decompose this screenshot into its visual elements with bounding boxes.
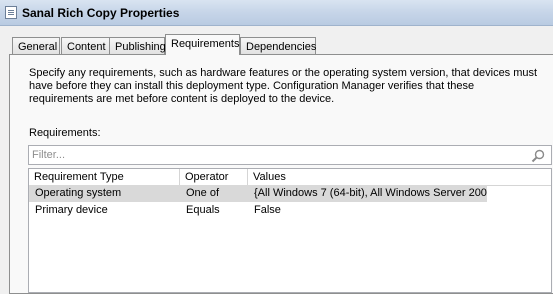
- filter-input[interactable]: [32, 148, 512, 162]
- requirement-type-cell: Operating system: [35, 187, 122, 199]
- table-row[interactable]: Primary device Equals False: [29, 202, 487, 219]
- tab-dependencies[interactable]: Dependencies: [240, 37, 316, 54]
- table-row[interactable]: Operating system One of {All Windows 7 (…: [29, 185, 487, 202]
- list-header: Requirement Type Operator Values: [29, 169, 551, 186]
- column-header-requirement-type[interactable]: Requirement Type: [29, 169, 180, 185]
- operator-cell: Equals: [186, 204, 220, 216]
- filter-box: [28, 145, 552, 165]
- window-title: Sanal Rich Copy Properties: [22, 6, 180, 20]
- title-bar[interactable]: Sanal Rich Copy Properties: [0, 0, 553, 26]
- values-cell: False: [254, 204, 281, 216]
- requirements-label: Requirements:: [29, 127, 101, 139]
- requirement-type-cell: Primary device: [35, 204, 108, 216]
- operator-cell: One of: [186, 187, 220, 199]
- column-header-values[interactable]: Values: [248, 169, 551, 185]
- search-icon[interactable]: [531, 149, 545, 163]
- values-cell: {All Windows 7 (64-bit), All Windows Ser…: [254, 187, 487, 199]
- tab-general[interactable]: General: [12, 37, 60, 54]
- requirements-description: Specify any requirements, such as hardwa…: [29, 67, 538, 105]
- properties-window-icon: [5, 6, 17, 19]
- requirements-list[interactable]: Requirement Type Operator Values Operati…: [28, 168, 552, 293]
- tab-publishing[interactable]: Publishing: [109, 37, 166, 54]
- tab-requirements[interactable]: Requirements: [165, 34, 240, 55]
- column-header-operator[interactable]: Operator: [180, 169, 248, 185]
